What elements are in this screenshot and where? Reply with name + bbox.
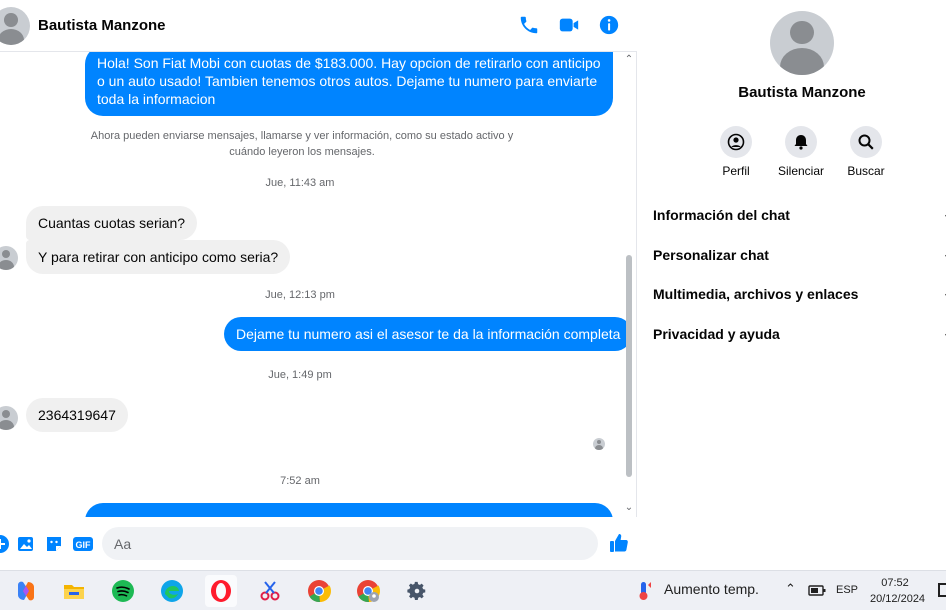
sender-avatar — [0, 406, 18, 430]
scroll-up-icon[interactable]: ⌃ — [624, 54, 634, 65]
network-icon[interactable] — [808, 584, 826, 598]
opera-icon[interactable] — [205, 575, 237, 607]
connection-notice: Ahora pueden enviarse mensajes, llamarse… — [90, 130, 514, 158]
scroll-down-icon[interactable]: ⌄ — [624, 502, 634, 513]
section-label: Personalizar chat — [653, 247, 769, 263]
scrollbar-thumb[interactable] — [626, 255, 632, 477]
snipping-icon[interactable] — [254, 575, 286, 607]
sender-avatar — [0, 246, 18, 270]
like-icon[interactable] — [608, 532, 630, 554]
clock-time: 07:52 — [881, 577, 909, 589]
timestamp: 7:52 am — [280, 475, 320, 487]
sticker-icon[interactable] — [44, 534, 64, 554]
contact-name[interactable]: Bautista Manzone — [38, 17, 166, 34]
message-outgoing[interactable]: Hola! Son Fiat Mobi con cuotas de $183.0… — [85, 52, 613, 116]
chrome-profile-icon[interactable] — [352, 575, 384, 607]
contact-avatar[interactable] — [0, 7, 30, 45]
mute-label: Silenciar — [777, 164, 825, 178]
message-incoming[interactable]: Y para retirar con anticipo como seria? — [26, 240, 291, 274]
clock[interactable]: 07:52 20/12/2024 — [870, 575, 926, 607]
gif-icon[interactable]: GIF — [72, 534, 94, 554]
spotify-icon[interactable] — [107, 575, 139, 607]
notification-icon[interactable] — [938, 583, 946, 597]
edge-icon[interactable] — [156, 575, 188, 607]
chat-info-panel: Bautista Manzone Perfil Silenciar Buscar… — [638, 0, 946, 570]
read-receipt-avatar — [593, 438, 605, 450]
weather-widget[interactable]: Aumento temp. — [664, 581, 759, 597]
timestamp: Jue, 12:13 pm — [265, 289, 335, 301]
chrome-icon[interactable] — [303, 575, 335, 607]
message-list[interactable]: Hola! Son Fiat Mobi con cuotas de $183.0… — [0, 52, 637, 517]
section-privacy-help[interactable]: Privacidad y ayuda ⌄ — [653, 326, 946, 342]
search-button[interactable]: Buscar — [836, 126, 896, 178]
settings-icon[interactable] — [401, 575, 433, 607]
message-incoming[interactable]: 2364319647 — [26, 398, 128, 432]
chat-header: Bautista Manzone — [0, 0, 637, 52]
chevron-up-icon[interactable]: ⌃ — [785, 581, 796, 597]
taskbar: Aumento temp. ⌃ ESP 07:52 20/12/2024 — [0, 570, 946, 610]
section-label: Multimedia, archivos y enlaces — [653, 286, 859, 302]
profile-avatar[interactable] — [770, 11, 834, 75]
info-icon[interactable] — [598, 14, 620, 36]
chat-column: Bautista Manzone Hola! Son Fiat Mobi con… — [0, 0, 637, 570]
profile-label: Perfil — [722, 164, 750, 178]
message-outgoing[interactable]: Dejame tu numero asi el asesor te da la … — [224, 317, 633, 351]
clock-date: 20/12/2024 — [870, 593, 926, 605]
section-media-files[interactable]: Multimedia, archivos y enlaces ⌄ — [653, 286, 946, 302]
thermometer-icon — [639, 582, 651, 600]
timestamp: Jue, 11:43 am — [265, 177, 335, 189]
profile-name: Bautista Manzone — [738, 84, 866, 101]
message-scrollbar[interactable]: ⌃ ⌄ — [624, 52, 634, 517]
file-explorer-icon[interactable] — [58, 575, 90, 607]
search-label: Buscar — [847, 164, 885, 178]
phone-icon[interactable] — [518, 14, 540, 36]
language-indicator[interactable]: ESP — [836, 584, 858, 596]
section-label: Privacidad y ayuda — [653, 326, 780, 342]
video-icon[interactable] — [558, 14, 580, 36]
app-window: Bautista Manzone Hola! Son Fiat Mobi con… — [0, 0, 946, 610]
message-outgoing[interactable]: Buenísimo! Ya se comunica un asesor al r… — [85, 503, 613, 517]
timestamp: Jue, 1:49 pm — [268, 369, 332, 381]
plus-icon[interactable] — [0, 534, 10, 554]
mute-button[interactable]: Silenciar — [771, 126, 831, 178]
svg-text:GIF: GIF — [76, 540, 92, 550]
image-icon[interactable] — [16, 534, 36, 554]
section-customize-chat[interactable]: Personalizar chat ⌄ — [653, 247, 946, 263]
profile-button[interactable]: Perfil — [706, 126, 766, 178]
section-chat-info[interactable]: Información del chat ⌄ — [653, 207, 946, 223]
search-icon — [858, 134, 874, 150]
message-input[interactable] — [102, 527, 598, 560]
copilot-icon[interactable] — [10, 575, 42, 607]
section-label: Información del chat — [653, 207, 790, 223]
message-incoming[interactable]: Cuantas cuotas serian? — [26, 206, 198, 240]
bell-icon — [794, 135, 808, 150]
profile-icon — [727, 133, 745, 151]
